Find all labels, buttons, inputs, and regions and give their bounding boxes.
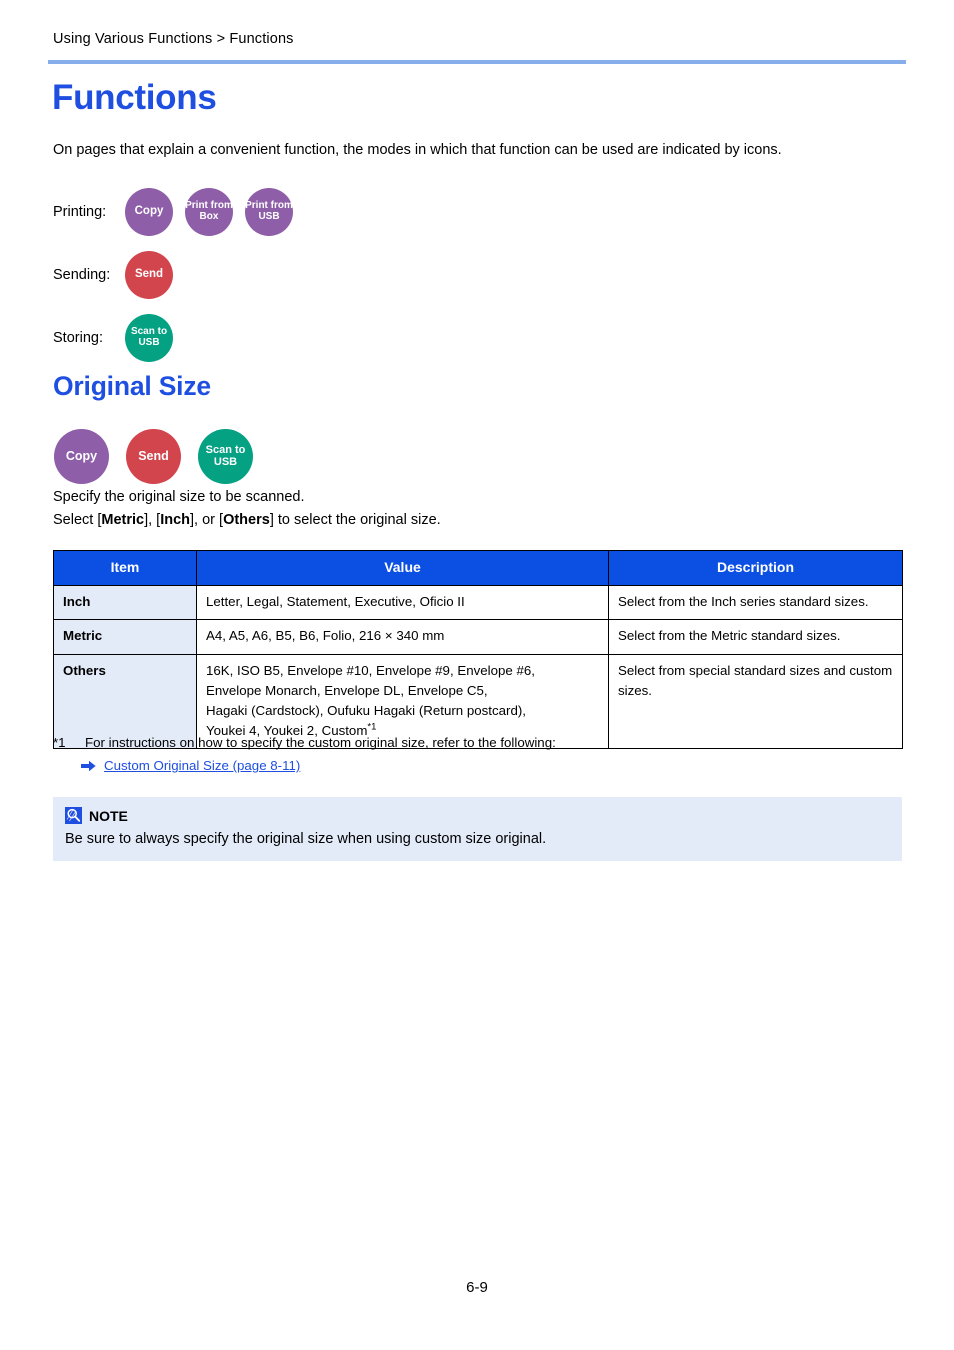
table-header-item: Item [53, 549, 197, 587]
mode-row-storing: Storing: Scan to USB [53, 306, 473, 369]
print-from-usb-badge: Print from USB [245, 187, 293, 236]
section-title: Original Size [53, 371, 211, 401]
value-line: Envelope Monarch, Envelope DL, Envelope … [206, 682, 488, 698]
send-badge-label: Send [134, 268, 164, 281]
page-footer: 6-9 [0, 1279, 954, 1296]
scan-to-usb-badge-label: Scan to USB [205, 443, 246, 468]
copy-badge: Copy [54, 429, 109, 484]
page-number: 6-9 [466, 1279, 488, 1296]
scan-to-usb-badge-label: Scan to USB [130, 325, 168, 348]
note-header: NOTE [65, 807, 890, 824]
document-page: Using Various Functions > Functions Func… [0, 0, 954, 1350]
table-header-row: Item Value Description [53, 549, 903, 587]
badge-strip-sending: Send [125, 250, 173, 299]
send-badge: Send [126, 429, 181, 484]
send-badge-label: Send [138, 448, 169, 463]
table-cell-item: Inch [53, 585, 197, 621]
table-cell-description: Select from the Metric standard sizes. [608, 619, 903, 655]
mode-legend: Printing: Copy Print from Box Print from U… [53, 180, 473, 369]
mode-label-sending: Sending: [53, 266, 111, 283]
value-line: 16K, ISO B5, Envelope #10, Envelope #9, … [206, 662, 535, 678]
send-badge: Send [125, 250, 173, 299]
page-title: Functions [52, 78, 217, 117]
table-cell-value: A4, A5, A6, B5, B6, Folio, 216 × 340 mm [196, 619, 609, 655]
mode-row-printing: Printing: Copy Print from Box Print from U… [53, 180, 473, 243]
section-desc-line-1: Specify the original size to be scanned. [53, 489, 305, 505]
table-cell-value: Letter, Legal, Statement, Executive, Ofi… [196, 585, 609, 621]
original-size-table-wrapper: Item Value Description Inch Letter, Lega… [53, 549, 903, 750]
note-title: NOTE [89, 807, 128, 824]
print-from-usb-badge-label: Print from USB [245, 199, 293, 222]
footnote-mark: *1 [53, 735, 66, 750]
value-line: A4, A5, A6, B5, B6, Folio, 216 × 340 mm [206, 628, 445, 644]
table-row: Inch Letter, Legal, Statement, Executive… [53, 585, 903, 621]
note-box: NOTE Be sure to always specify the origi… [53, 797, 902, 862]
custom-original-size-link[interactable]: Custom Original Size (page 8-11) [104, 756, 300, 775]
intro-paragraph: On pages that explain a convenient funct… [53, 142, 782, 158]
table-cell-item: Metric [53, 619, 197, 655]
footnote-marker: *1 [367, 721, 377, 733]
arrow-right-icon [81, 760, 96, 772]
breadcrumb: Using Various Functions > Functions [53, 31, 901, 47]
header-divider [48, 60, 906, 64]
scan-to-usb-badge: Scan to USB [125, 313, 173, 362]
section-desc-line-2: Select [Metric], [Inch], or [Others] to … [53, 512, 441, 529]
print-from-box-badge: Print from Box [185, 187, 233, 236]
footnote-text: For instructions on how to specify the c… [85, 735, 556, 750]
mode-label-storing: Storing: [53, 329, 103, 346]
value-line: Letter, Legal, Statement, Executive, Ofi… [206, 594, 465, 610]
copy-badge-label: Copy [134, 205, 164, 218]
note-body: Be sure to always specify the original s… [65, 831, 547, 847]
footnote-row: *1 For instructions on how to specify th… [53, 733, 913, 752]
magnifier-note-icon [65, 807, 82, 824]
print-from-box-badge-label: Print from Box [185, 199, 233, 222]
copy-badge-label: Copy [65, 448, 98, 463]
breadcrumb-text: Using Various Functions > Functions [53, 31, 294, 47]
table-row: Metric A4, A5, A6, B5, B6, Folio, 216 × … [53, 619, 903, 655]
table-cell-description: Select from the Inch series standard siz… [608, 585, 903, 621]
original-size-table: Item Value Description Inch Letter, Lega… [53, 549, 903, 750]
table-header-value: Value [196, 549, 609, 587]
badge-strip-storing: Scan to USB [125, 313, 173, 362]
copy-badge: Copy [125, 187, 173, 236]
mode-row-sending: Sending: Send [53, 243, 473, 306]
badge-strip-printing: Copy Print from Box Print from USB [125, 187, 293, 236]
section-badge-strip: Copy Send Scan to USB [54, 429, 253, 484]
footnote-link-row[interactable]: Custom Original Size (page 8-11) [81, 756, 913, 775]
section-description: Specify the original size to be scanned.… [53, 486, 913, 533]
table-header-description: Description [608, 549, 903, 587]
scan-to-usb-badge: Scan to USB [198, 429, 253, 484]
value-line: Hagaki (Cardstock), Oufuku Hagaki (Retur… [206, 703, 526, 719]
footnote: *1 For instructions on how to specify th… [53, 733, 913, 776]
mode-label-printing: Printing: [53, 203, 107, 220]
